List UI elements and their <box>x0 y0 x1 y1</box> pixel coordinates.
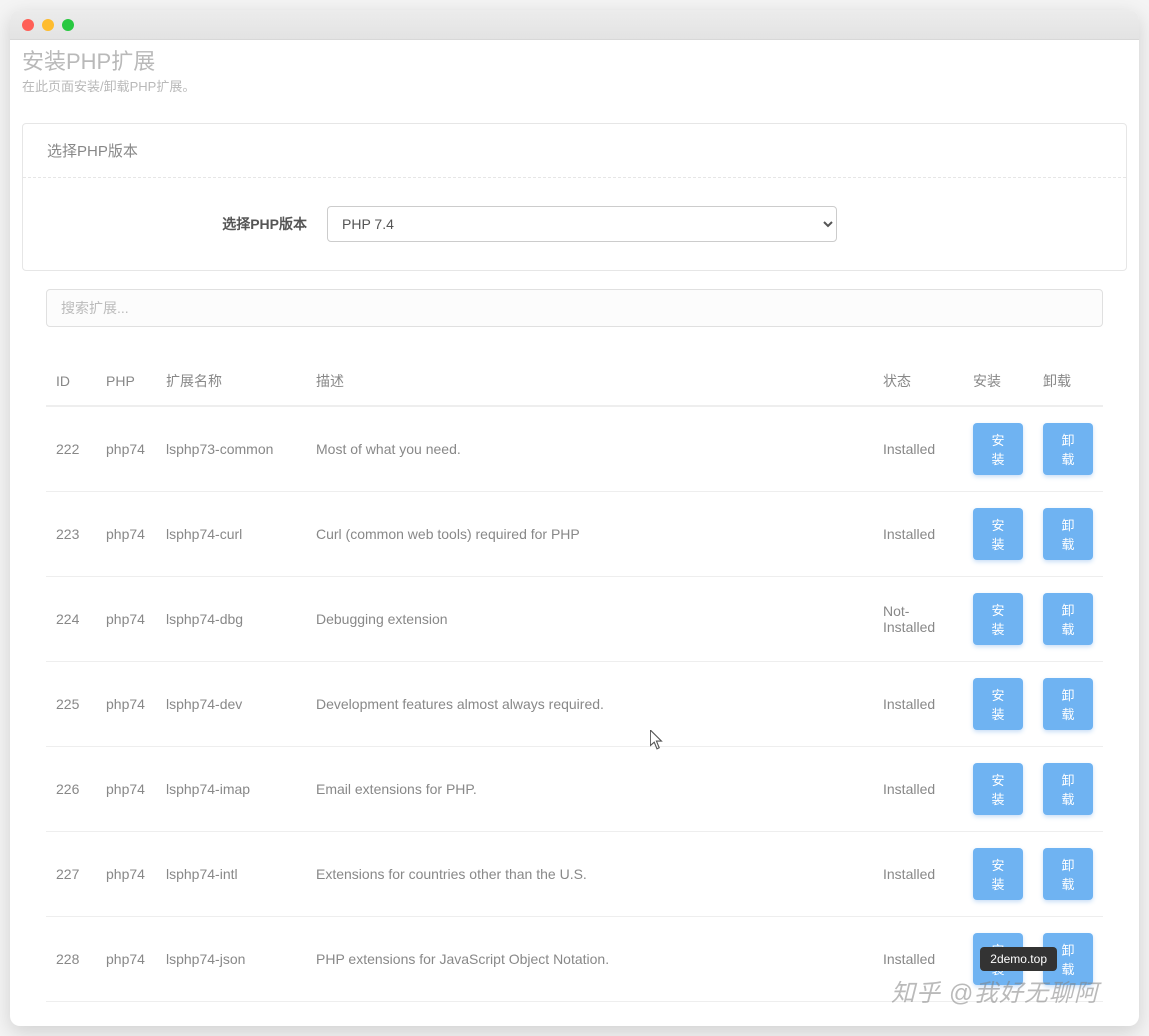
table-row: 226php74lsphp74-imapEmail extensions for… <box>46 747 1103 832</box>
cell-uninstall: 卸载 <box>1033 492 1103 577</box>
window-zoom-button[interactable] <box>62 19 74 31</box>
php-version-label: 选择PHP版本 <box>47 214 307 234</box>
header-install: 安装 <box>963 357 1033 406</box>
install-button[interactable]: 安装 <box>973 848 1023 900</box>
uninstall-button[interactable]: 卸载 <box>1043 593 1093 645</box>
page-header: 安装PHP扩展 在此页面安装/卸载PHP扩展。 <box>10 40 1139 107</box>
window-minimize-button[interactable] <box>42 19 54 31</box>
install-button[interactable]: 安装 <box>973 508 1023 560</box>
table-row: 224php74lsphp74-dbgDebugging extensionNo… <box>46 577 1103 662</box>
cell-php: php74 <box>96 577 156 662</box>
cell-php: php74 <box>96 832 156 917</box>
cell-name: lsphp74-json <box>156 917 306 1002</box>
cell-state: Installed <box>873 662 963 747</box>
table-row: 225php74lsphp74-devDevelopment features … <box>46 662 1103 747</box>
search-input[interactable] <box>46 289 1103 327</box>
cell-install: 安装 <box>963 832 1033 917</box>
cell-php: php74 <box>96 747 156 832</box>
cell-name: lsphp74-imap <box>156 747 306 832</box>
cell-uninstall: 卸载 <box>1033 577 1103 662</box>
install-button[interactable]: 安装 <box>973 423 1023 475</box>
cell-id: 224 <box>46 577 96 662</box>
window-titlebar <box>10 10 1139 40</box>
cell-php: php74 <box>96 492 156 577</box>
cell-desc: PHP extensions for JavaScript Object Not… <box>306 917 873 1002</box>
page-content: 安装PHP扩展 在此页面安装/卸载PHP扩展。 选择PHP版本 选择PHP版本 … <box>10 40 1139 1026</box>
cell-state: Installed <box>873 832 963 917</box>
install-button[interactable]: 安装 <box>973 593 1023 645</box>
cell-uninstall: 卸载 <box>1033 662 1103 747</box>
cell-name: lsphp74-curl <box>156 492 306 577</box>
cell-uninstall: 卸载 <box>1033 406 1103 492</box>
extensions-table-wrap: ID PHP 扩展名称 描述 状态 安装 卸载 222php74lsphp73-… <box>22 357 1127 1002</box>
cell-name: lsphp73-common <box>156 406 306 492</box>
uninstall-button[interactable]: 卸载 <box>1043 678 1093 730</box>
cell-uninstall: 卸载 <box>1033 747 1103 832</box>
header-php: PHP <box>96 357 156 406</box>
cell-desc: Development features almost always requi… <box>306 662 873 747</box>
uninstall-button[interactable]: 卸载 <box>1043 763 1093 815</box>
cell-desc: Email extensions for PHP. <box>306 747 873 832</box>
cell-state: Installed <box>873 492 963 577</box>
cell-install: 安装 <box>963 577 1033 662</box>
cell-install: 安装 <box>963 747 1033 832</box>
cell-desc: Curl (common web tools) required for PHP <box>306 492 873 577</box>
cell-install: 安装 <box>963 406 1033 492</box>
install-button[interactable]: 安装 <box>973 763 1023 815</box>
cell-install: 安装 <box>963 662 1033 747</box>
watermark-text: 知乎 @我好无聊阿 <box>891 973 1099 1008</box>
cell-desc: Most of what you need. <box>306 406 873 492</box>
cell-state: Not-Installed <box>873 577 963 662</box>
cell-state: Installed <box>873 406 963 492</box>
panel-heading: 选择PHP版本 <box>23 124 1126 178</box>
header-state: 状态 <box>873 357 963 406</box>
table-header-row: ID PHP 扩展名称 描述 状态 安装 卸载 <box>46 357 1103 406</box>
php-version-select[interactable]: PHP 7.4 <box>327 206 837 242</box>
cell-id: 223 <box>46 492 96 577</box>
app-window: 安装PHP扩展 在此页面安装/卸载PHP扩展。 选择PHP版本 选择PHP版本 … <box>10 10 1139 1026</box>
uninstall-button[interactable]: 卸载 <box>1043 508 1093 560</box>
table-row: 227php74lsphp74-intlExtensions for count… <box>46 832 1103 917</box>
cell-state: Installed <box>873 747 963 832</box>
page-subtitle: 在此页面安装/卸载PHP扩展。 <box>22 76 1127 95</box>
header-desc: 描述 <box>306 357 873 406</box>
cell-id: 225 <box>46 662 96 747</box>
php-version-panel: 选择PHP版本 选择PHP版本 PHP 7.4 <box>22 123 1127 271</box>
cell-id: 226 <box>46 747 96 832</box>
page-title: 安装PHP扩展 <box>22 44 1127 76</box>
cell-desc: Extensions for countries other than the … <box>306 832 873 917</box>
cell-name: lsphp74-intl <box>156 832 306 917</box>
header-name: 扩展名称 <box>156 357 306 406</box>
uninstall-button[interactable]: 卸载 <box>1043 423 1093 475</box>
cell-name: lsphp74-dev <box>156 662 306 747</box>
cell-php: php74 <box>96 917 156 1002</box>
cell-id: 228 <box>46 917 96 1002</box>
cell-id: 227 <box>46 832 96 917</box>
cell-install: 安装 <box>963 492 1033 577</box>
table-row: 223php74lsphp74-curlCurl (common web too… <box>46 492 1103 577</box>
link-tooltip: 2demo.top <box>980 947 1057 971</box>
search-wrap <box>22 289 1127 327</box>
window-close-button[interactable] <box>22 19 34 31</box>
install-button[interactable]: 安装 <box>973 678 1023 730</box>
cell-name: lsphp74-dbg <box>156 577 306 662</box>
table-row: 222php74lsphp73-commonMost of what you n… <box>46 406 1103 492</box>
panel-body: 选择PHP版本 PHP 7.4 <box>23 178 1126 270</box>
php-version-row: 选择PHP版本 PHP 7.4 <box>47 206 1102 242</box>
cell-uninstall: 卸载 <box>1033 832 1103 917</box>
cell-desc: Debugging extension <box>306 577 873 662</box>
cell-id: 222 <box>46 406 96 492</box>
header-id: ID <box>46 357 96 406</box>
extensions-table: ID PHP 扩展名称 描述 状态 安装 卸载 222php74lsphp73-… <box>46 357 1103 1002</box>
uninstall-button[interactable]: 卸载 <box>1043 848 1093 900</box>
cell-php: php74 <box>96 406 156 492</box>
cell-php: php74 <box>96 662 156 747</box>
header-uninstall: 卸载 <box>1033 357 1103 406</box>
